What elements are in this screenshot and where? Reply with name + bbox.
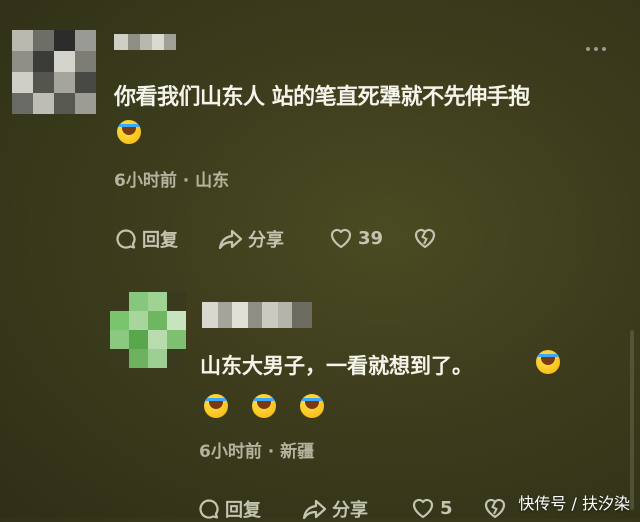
- share-label: 分享: [248, 230, 284, 251]
- meta-separator: ·: [267, 442, 275, 462]
- laughing-emoji-icon: [204, 394, 228, 418]
- reply-icon: [199, 499, 219, 519]
- like-icon: [412, 498, 434, 519]
- share-button[interactable]: 分享: [218, 226, 284, 252]
- reply-icon: [116, 229, 136, 249]
- avatar[interactable]: [12, 30, 96, 114]
- share-icon: [218, 229, 243, 250]
- like-button[interactable]: 39: [328, 226, 383, 250]
- like-count: 39: [358, 227, 384, 249]
- more-icon[interactable]: [586, 47, 606, 51]
- reply-label: 回复: [225, 500, 261, 521]
- dislike-button[interactable]: [482, 496, 508, 520]
- watermark: 快传号 / 扶汐染: [518, 494, 630, 513]
- like-count: 5: [440, 497, 453, 519]
- comment-time: 6小时前: [114, 171, 177, 191]
- comment-text: 你看我们山东人 站的笔直死犟就不先伸手抱: [114, 85, 530, 110]
- comment-meta: 6小时前 · 新疆: [199, 437, 314, 462]
- share-icon: [302, 499, 327, 520]
- dislike-button[interactable]: [412, 226, 438, 250]
- comment-text: 山东大男子，一看就想到了。: [200, 354, 473, 378]
- laughing-emoji-icon: [252, 394, 276, 418]
- dislike-icon: [484, 498, 506, 519]
- reply-button[interactable]: 回复: [197, 496, 261, 522]
- comment-meta: 6小时前 · 山东: [114, 166, 229, 191]
- reply-button[interactable]: 回复: [114, 226, 178, 252]
- reply-label: 回复: [142, 230, 178, 251]
- comment-time: 6小时前: [199, 442, 262, 462]
- username-blurred[interactable]: [202, 302, 312, 328]
- comment-location: 山东: [195, 171, 230, 191]
- meta-separator: ·: [182, 171, 190, 191]
- laughing-emoji-icon: [536, 350, 560, 374]
- scrollbar[interactable]: [630, 330, 634, 510]
- share-button[interactable]: 分享: [302, 496, 368, 522]
- dislike-icon: [414, 228, 436, 249]
- share-label: 分享: [332, 500, 368, 521]
- laughing-emoji-icon: [117, 120, 141, 144]
- comment-location: 新疆: [280, 442, 315, 462]
- like-icon: [330, 228, 352, 249]
- laughing-emoji-icon: [300, 394, 324, 418]
- like-button[interactable]: 5: [410, 496, 453, 520]
- username-blurred[interactable]: [114, 34, 176, 50]
- avatar[interactable]: [110, 292, 186, 368]
